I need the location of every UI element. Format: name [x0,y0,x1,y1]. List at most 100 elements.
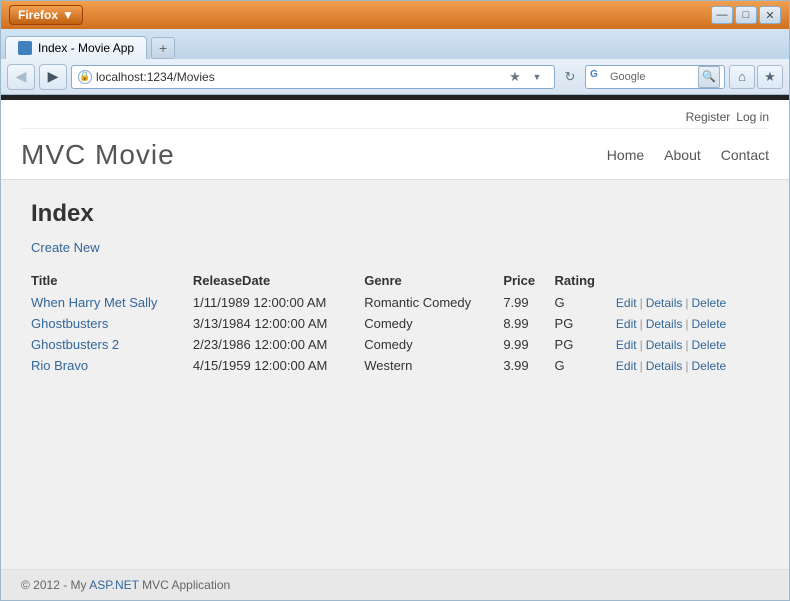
create-new-link[interactable]: Create New [31,240,100,255]
bookmark-dropdown-icon[interactable]: ▼ [526,66,548,88]
details-link-1[interactable]: Details [646,317,683,331]
sep2-0: | [685,296,688,310]
delete-link-1[interactable]: Delete [692,317,727,331]
search-bar[interactable]: G Google 🔍 [585,65,725,89]
login-link[interactable]: Log in [736,110,769,124]
header-main: MVC Movie Home About Contact [21,133,769,179]
site-footer: © 2012 - My ASP.NET MVC Application [1,569,789,600]
sep1-0: | [640,296,643,310]
address-text: localhost:1234/Movies [96,70,504,84]
new-tab-button[interactable]: + [151,37,175,59]
edit-link-3[interactable]: Edit [616,359,637,373]
cell-actions-1: Edit | Details | Delete [616,313,759,334]
dropdown-arrow-icon: ▼ [62,8,74,22]
cell-rating-3: G [555,355,616,376]
search-input[interactable]: Google [610,71,698,83]
header-top-bar: Register Log in [21,110,769,129]
movie-title-link-0[interactable]: When Harry Met Sally [31,295,157,310]
col-header-releasedate: ReleaseDate [193,269,364,292]
forward-button[interactable]: ▶ [39,64,67,90]
cell-price-0: 7.99 [503,292,554,313]
address-bar[interactable]: 🔒 localhost:1234/Movies ★ ▼ [71,65,555,89]
browser-frame: Firefox ▼ — □ ✕ Index - Movie App + ◀ ▶ … [0,0,790,601]
bookmarks-button[interactable]: ★ [757,65,783,89]
sep2-3: | [685,359,688,373]
footer-text-2: MVC Application [139,578,230,592]
search-go-button[interactable]: 🔍 [698,66,720,88]
cell-price-2: 9.99 [503,334,554,355]
table-row: When Harry Met Sally1/11/1989 12:00:00 A… [31,292,759,313]
sep2-1: | [685,317,688,331]
nav-home[interactable]: Home [607,147,644,163]
cell-price-1: 8.99 [503,313,554,334]
main-area: Index Create New Title ReleaseDate Genre… [1,180,789,569]
col-header-rating: Rating [555,269,616,292]
cell-rating-1: PG [555,313,616,334]
edit-link-1[interactable]: Edit [616,317,637,331]
cell-release-3: 4/15/1959 12:00:00 AM [193,355,364,376]
col-header-price: Price [503,269,554,292]
cell-genre-1: Comedy [364,313,503,334]
page-heading: Index [31,200,759,228]
home-button[interactable]: ⌂ [729,65,755,89]
cell-rating-2: PG [555,334,616,355]
table-row: Ghostbusters 2 2/23/1986 12:00:00 AMComed… [31,334,759,355]
aspnet-link[interactable]: ASP.NET [89,578,139,592]
firefox-menu-button[interactable]: Firefox ▼ [9,5,83,25]
firefox-label: Firefox [18,8,58,22]
table-header-row: Title ReleaseDate Genre Price Rating [31,269,759,292]
sep2-2: | [685,338,688,352]
details-link-0[interactable]: Details [646,296,683,310]
active-tab[interactable]: Index - Movie App [5,36,147,59]
cell-genre-3: Western [364,355,503,376]
address-icon: 🔒 [78,70,92,84]
cell-title-0: When Harry Met Sally [31,292,193,313]
back-button[interactable]: ◀ [7,64,35,90]
col-header-actions [616,269,759,292]
movies-table: Title ReleaseDate Genre Price Rating Whe… [31,269,759,376]
cell-price-3: 3.99 [503,355,554,376]
edit-link-0[interactable]: Edit [616,296,637,310]
close-button[interactable]: ✕ [759,6,781,24]
cell-release-2: 2/23/1986 12:00:00 AM [193,334,364,355]
movie-title-link-3[interactable]: Rio Bravo [31,358,88,373]
sep1-1: | [640,317,643,331]
cell-title-3: Rio Bravo [31,355,193,376]
cell-release-1: 3/13/1984 12:00:00 AM [193,313,364,334]
nav-contact[interactable]: Contact [721,147,769,163]
delete-link-0[interactable]: Delete [692,296,727,310]
site-header: Register Log in MVC Movie Home About Con… [1,100,789,180]
register-link[interactable]: Register [686,110,731,124]
movie-title-link-1[interactable]: Ghostbusters [31,316,108,331]
nav-about[interactable]: About [664,147,701,163]
toolbar-extra: ⌂ ★ [729,65,783,89]
details-link-2[interactable]: Details [646,338,683,352]
tab-title: Index - Movie App [38,41,134,55]
table-row: Ghostbusters 3/13/1984 12:00:00 AMComedy8… [31,313,759,334]
cell-genre-0: Romantic Comedy [364,292,503,313]
delete-link-2[interactable]: Delete [692,338,727,352]
navigation-bar: ◀ ▶ 🔒 localhost:1234/Movies ★ ▼ ↻ G Goog… [1,59,789,95]
cell-actions-0: Edit | Details | Delete [616,292,759,313]
site-title: MVC Movie [21,139,175,171]
edit-link-2[interactable]: Edit [616,338,637,352]
page-content: Register Log in MVC Movie Home About Con… [1,100,789,600]
col-header-title: Title [31,269,193,292]
delete-link-3[interactable]: Delete [692,359,727,373]
cell-title-1: Ghostbusters [31,313,193,334]
tab-favicon [18,41,32,55]
refresh-button[interactable]: ↻ [559,66,581,88]
bookmark-star-icon[interactable]: ★ [504,66,526,88]
tab-bar: Index - Movie App + [1,29,789,59]
cell-genre-2: Comedy [364,334,503,355]
title-bar: Firefox ▼ — □ ✕ [1,1,789,29]
movie-title-link-2[interactable]: Ghostbusters 2 [31,337,119,352]
footer-text-1: © 2012 - My [21,578,89,592]
sep1-2: | [640,338,643,352]
site-navigation: Home About Contact [607,147,769,163]
maximize-button[interactable]: □ [735,6,757,24]
col-header-genre: Genre [364,269,503,292]
minimize-button[interactable]: — [711,6,733,24]
details-link-3[interactable]: Details [646,359,683,373]
google-search-icon: G [590,69,610,85]
